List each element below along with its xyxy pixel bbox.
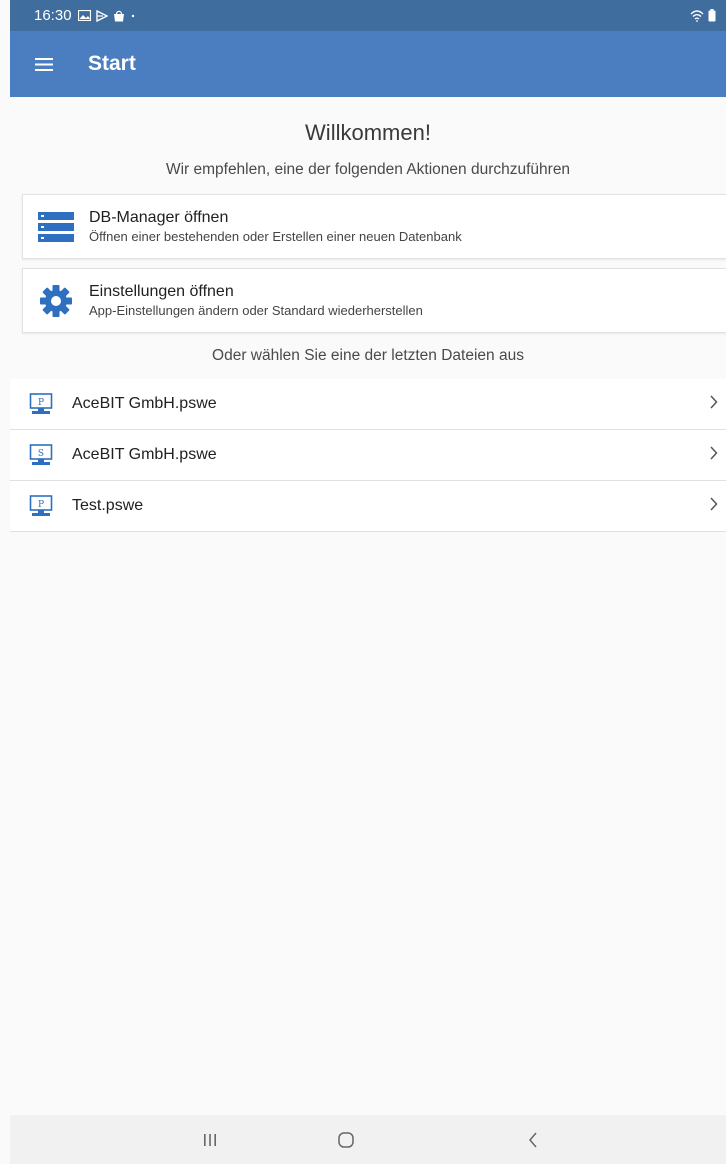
page-title: Start [88,52,136,75]
status-right [690,9,716,22]
db-manager-title: DB-Manager öffnen [89,209,229,226]
file-badge: P [38,398,44,408]
home-icon [338,1132,354,1148]
card-text: DB-Manager öffnen Öffnen einer bestehend… [89,208,462,245]
recents-icon [204,1134,216,1146]
status-notification-icons [77,9,136,22]
chevron-right-icon [710,395,718,409]
file-name: AceBIT GmbH.pswe [72,446,217,463]
database-icon [38,211,74,242]
back-button[interactable] [513,1127,553,1153]
status-bar: 16:30 [10,0,726,31]
dot-icon [131,14,134,17]
recent-files-label: Oder wählen Sie eine der letzten Dateien… [212,347,524,364]
system-nav-bar [10,1115,726,1164]
recent-files-list: P AceBIT GmbH.pswe S AceBIT GmbH.pswe P … [10,379,726,532]
chevron-right-icon [710,446,718,460]
file-name: AceBIT GmbH.pswe [72,395,217,412]
file-badge: S [38,449,44,459]
play-store-icon [95,9,108,22]
status-time: 16:30 [34,7,72,24]
db-manager-card[interactable]: DB-Manager öffnen Öffnen einer bestehend… [22,194,726,259]
file-name: Test.pswe [72,497,144,514]
hamburger-menu-icon [35,57,53,71]
welcome-heading: Willkommen! [305,120,431,145]
card-icon-wrap [23,211,89,242]
recommend-text: Wir empfehlen, eine der folgenden Aktion… [165,161,571,178]
battery-icon [708,9,716,22]
recent-file-row[interactable]: P Test.pswe [10,481,726,532]
recent-file-row[interactable]: P AceBIT GmbH.pswe [10,379,726,430]
wifi-icon [690,9,704,22]
recent-file-row[interactable]: S AceBIT GmbH.pswe [10,430,726,481]
computer-file-icon: P [29,495,53,516]
app-bar: Start [10,31,726,97]
computer-file-icon: S [29,444,53,465]
file-icon-wrap: P [10,495,72,517]
settings-card[interactable]: Einstellungen öffnen App-Einstellungen ä… [22,268,726,333]
home-button[interactable] [326,1127,366,1153]
status-left: 16:30 [34,7,136,24]
db-manager-subtitle: Öffnen einer bestehenden oder Erstellen … [89,229,462,244]
gallery-icon [77,10,91,21]
computer-file-icon: P [29,393,53,414]
card-text: Einstellungen öffnen App-Einstellungen ä… [89,282,423,319]
recents-button[interactable] [190,1127,230,1153]
file-icon-wrap: P [10,393,72,415]
gear-icon [40,284,72,317]
chevron-right-icon [710,497,718,511]
back-icon [529,1132,537,1148]
main-content: Willkommen! Wir empfehlen, eine der folg… [10,97,726,532]
card-icon-wrap [23,284,89,318]
settings-subtitle: App-Einstellungen ändern oder Standard w… [89,303,423,318]
hamburger-menu-button[interactable] [10,31,78,97]
file-badge: P [38,500,44,510]
settings-title: Einstellungen öffnen [89,283,234,300]
file-icon-wrap: S [10,444,72,466]
shopping-bag-icon [113,10,124,21]
